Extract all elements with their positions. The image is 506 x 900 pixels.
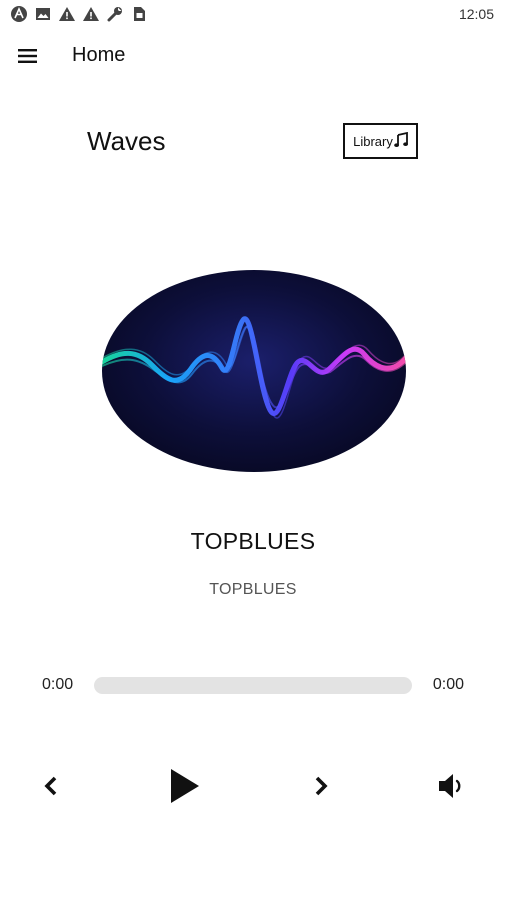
brand-title: Waves [87,126,166,156]
image-icon [34,5,52,23]
page-title: Home [72,44,126,66]
play-icon [171,769,199,803]
volume-icon [439,774,461,798]
android-debug-icon [10,5,28,23]
previous-button[interactable] [34,766,70,806]
current-time: 0:00 [42,676,74,693]
app-bar: Home [0,36,506,76]
chevron-right-icon [315,776,328,796]
sim-icon [130,5,148,23]
album-artwork [102,270,406,472]
play-button[interactable] [160,762,210,810]
status-time: 12:05 [458,6,494,22]
hamburger-menu-icon[interactable] [14,44,42,68]
library-button[interactable]: Library [343,123,418,159]
wrench-icon [106,5,124,23]
track-title: TOPBLUES [190,528,316,554]
total-time: 0:00 [432,676,464,693]
progress-slider[interactable] [94,677,412,694]
status-bar: 12:05 [0,0,506,28]
chevron-left-icon [44,776,57,796]
status-icons [10,5,148,23]
warning-icon [82,5,100,23]
volume-button[interactable] [432,766,472,806]
library-button-label: Library [353,133,393,149]
next-button[interactable] [302,766,338,806]
warning-icon [58,5,76,23]
music-note-icon [394,131,408,151]
track-artist: TOPBLUES [209,581,297,598]
